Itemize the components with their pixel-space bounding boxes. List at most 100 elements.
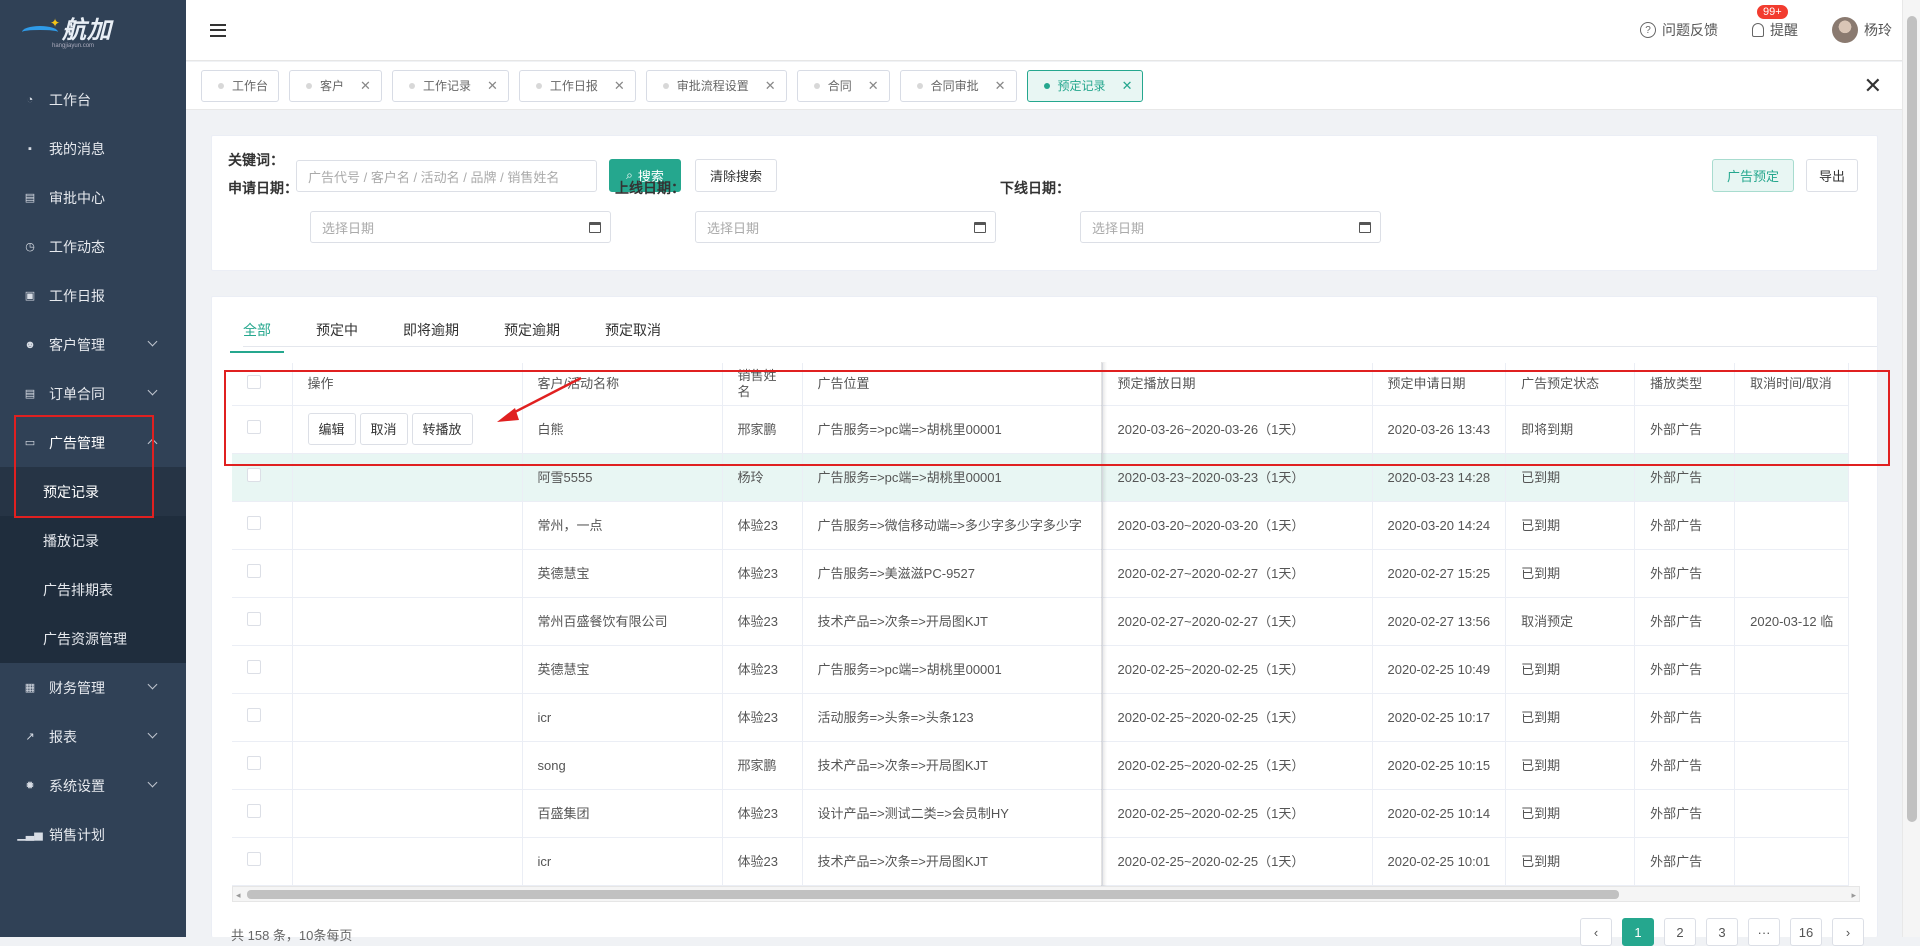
- status-tab-3[interactable]: 预定逾期: [504, 315, 578, 345]
- apply-date-picker[interactable]: 选择日期: [310, 211, 611, 243]
- tab-dot: [408, 82, 415, 89]
- close-icon[interactable]: ✕: [360, 78, 371, 94]
- row-checkbox[interactable]: [247, 467, 261, 482]
- table-row[interactable]: song 邢家鹏 技术产品=>次条=>开局图KJT 2020-02-25~2020-0…: [232, 741, 1850, 790]
- chevron-down-icon: [147, 679, 158, 690]
- cell-status: 已到期: [1505, 645, 1636, 694]
- page-button-4[interactable]: ···: [1748, 918, 1780, 946]
- cell-sales: 体验23: [722, 693, 803, 742]
- row-checkbox[interactable]: [247, 419, 261, 434]
- sidebar-item-7[interactable]: ▭ 广告管理: [0, 418, 186, 467]
- user-name: 杨玲: [1864, 22, 1892, 38]
- tab-1[interactable]: 客户 ✕: [289, 69, 382, 102]
- table-row[interactable]: 百盛集团 体验23 设计产品=>测试二类=>会员制HY 2020-02-25~2020…: [232, 789, 1850, 838]
- bell-icon: [1752, 23, 1764, 37]
- sidebar-item-6[interactable]: ▤ 订单合同: [0, 369, 186, 418]
- sidebar-subitem-0[interactable]: 预定记录: [0, 467, 186, 516]
- table-horizontal-scrollbar[interactable]: ◂ ▸: [232, 886, 1860, 902]
- page-scrollbar[interactable]: [1902, 0, 1920, 937]
- cell-sales: 体验23: [722, 789, 803, 838]
- sidebar-subitem-1[interactable]: 播放记录: [0, 516, 186, 565]
- sidebar-item-0[interactable]: ◔ 工作台: [0, 75, 186, 124]
- sidebar-item-5[interactable]: ☻ 客户管理: [0, 320, 186, 369]
- sidebar-item-label: 系统设置: [49, 777, 105, 794]
- tab-7[interactable]: 预定记录 ✕: [1026, 69, 1144, 102]
- page-button-0[interactable]: ‹: [1580, 918, 1612, 946]
- row-checkbox[interactable]: [247, 851, 261, 866]
- table-row[interactable]: icr 体验23 技术产品=>次条=>开局图KJT 2020-02-25~2020-0…: [232, 837, 1850, 886]
- tab-2[interactable]: 工作记录 ✕: [391, 69, 509, 102]
- close-icon[interactable]: ✕: [868, 78, 879, 94]
- sidebar-item-11[interactable]: ▁▃▅ 销售计划: [0, 810, 186, 859]
- row-checkbox[interactable]: [247, 659, 261, 674]
- user-menu[interactable]: 杨玲: [1832, 17, 1892, 43]
- tab-5[interactable]: 合同 ✕: [796, 69, 890, 102]
- close-icon[interactable]: ✕: [614, 78, 625, 94]
- tab-0[interactable]: 工作台: [201, 69, 280, 102]
- apply-date-label: 申请日期：: [228, 180, 298, 196]
- sidebar-item-3[interactable]: ◷ 工作动态: [0, 222, 186, 271]
- cell-position: 技术产品=>次条=>开局图KJT: [802, 741, 1103, 790]
- status-tab-1[interactable]: 预定中: [316, 315, 376, 345]
- table-row[interactable]: 英德慧宝 体验23 广告服务=>美滋滋PC-9527 2020-02-27~2020-…: [232, 549, 1850, 598]
- sidebar-item-1[interactable]: ▪ 我的消息: [0, 124, 186, 173]
- row-checkbox[interactable]: [247, 803, 261, 818]
- close-icon[interactable]: ✕: [1122, 78, 1133, 94]
- logo[interactable]: ✦ 航加 hangjiayun.com: [0, 0, 186, 62]
- offline-date-picker[interactable]: 选择日期: [1080, 211, 1381, 243]
- cell-apply_date: 2020-03-26 13:43: [1372, 405, 1507, 454]
- page-button-1[interactable]: 1: [1622, 918, 1654, 946]
- page-button-5[interactable]: 16: [1790, 918, 1822, 946]
- row-action-button-2[interactable]: 转播放: [411, 413, 473, 445]
- online-date-picker[interactable]: 选择日期: [695, 211, 996, 243]
- page-button-3[interactable]: 3: [1706, 918, 1738, 946]
- row-action-button-1[interactable]: 取消: [359, 413, 408, 445]
- clear-search-label: 清除搜索: [709, 169, 762, 184]
- tab-6[interactable]: 合同审批 ✕: [899, 69, 1017, 102]
- cell-name: icr: [522, 837, 723, 886]
- row-checkbox[interactable]: [247, 611, 261, 626]
- sidebar-subitem-3[interactable]: 广告资源管理: [0, 614, 186, 663]
- cell-name: 英德慧宝: [522, 549, 723, 598]
- page-button-2[interactable]: 2: [1664, 918, 1696, 946]
- close-icon[interactable]: ✕: [765, 78, 776, 94]
- select-all-checkbox[interactable]: [247, 374, 261, 389]
- status-tab-0[interactable]: 全部: [230, 315, 289, 353]
- sidebar-subitem-2[interactable]: 广告排期表: [0, 565, 186, 614]
- reminder-link[interactable]: 99+ 提醒: [1752, 4, 1798, 40]
- sidebar-item-2[interactable]: ▤ 审批中心: [0, 173, 186, 222]
- close-icon[interactable]: ✕: [995, 78, 1006, 94]
- export-button[interactable]: 导出: [1806, 159, 1858, 192]
- row-checkbox[interactable]: [247, 755, 261, 770]
- sidebar-item-10[interactable]: ✹ 系统设置: [0, 761, 186, 810]
- clear-search-button[interactable]: 清除搜索: [695, 159, 777, 192]
- hamburger-menu-icon[interactable]: [210, 23, 226, 37]
- table-row[interactable]: 编辑 取消 转播放 白熊 邢家鹏 广告服务=>pc端=>胡桃里00001 2020-03-2…: [232, 405, 1850, 454]
- table-row[interactable]: icr 体验23 活动服务=>头条=>头条123 2020-02-25~2020-02…: [232, 693, 1850, 742]
- table-row[interactable]: 常州，一点 体验23 广告服务=>微信移动端=>多少字多少字多少字 2020-03-2…: [232, 501, 1850, 550]
- status-tab-4[interactable]: 预定取消: [605, 315, 679, 345]
- status-tab-2[interactable]: 即将逾期: [403, 315, 477, 345]
- cell-play_date: 2020-02-25~2020-02-25（1天）: [1102, 837, 1373, 886]
- row-checkbox[interactable]: [247, 515, 261, 530]
- sidebar-item-4[interactable]: ▣ 工作日报: [0, 271, 186, 320]
- close-icon[interactable]: ✕: [487, 78, 498, 94]
- tab-4[interactable]: 审批流程设置 ✕: [645, 69, 787, 102]
- cell-type: 外部广告: [1634, 789, 1736, 838]
- row-checkbox[interactable]: [247, 707, 261, 722]
- close-all-tabs-icon[interactable]: ✕: [1864, 75, 1882, 97]
- table-row[interactable]: 阿雪5555 杨玲 广告服务=>pc端=>胡桃里00001 2020-03-23~20…: [232, 453, 1850, 502]
- page-button-6[interactable]: ›: [1832, 918, 1864, 946]
- row-checkbox[interactable]: [247, 563, 261, 578]
- gear-icon: ✹: [25, 780, 35, 792]
- ad-book-button[interactable]: 广告预定: [1712, 159, 1794, 192]
- tab-3[interactable]: 工作日报 ✕: [518, 69, 636, 102]
- sidebar-item-8[interactable]: ▦ 财务管理: [0, 663, 186, 712]
- row-action-button-0[interactable]: 编辑: [307, 413, 356, 445]
- feedback-link[interactable]: ? 问题反馈: [1640, 20, 1718, 40]
- sidebar-item-9[interactable]: ↗ 报表: [0, 712, 186, 761]
- chevron-down-icon: [147, 336, 158, 347]
- table-row[interactable]: 英德慧宝 体验23 广告服务=>pc端=>胡桃里00001 2020-02-25~20…: [232, 645, 1850, 694]
- keyword-input[interactable]: 广告代号 / 客户名 / 活动名 / 品牌 / 销售姓名: [296, 160, 597, 192]
- table-row[interactable]: 常州百盛餐饮有限公司 体验23 技术产品=>次条=>开局图KJT 2020-02-27…: [232, 597, 1850, 646]
